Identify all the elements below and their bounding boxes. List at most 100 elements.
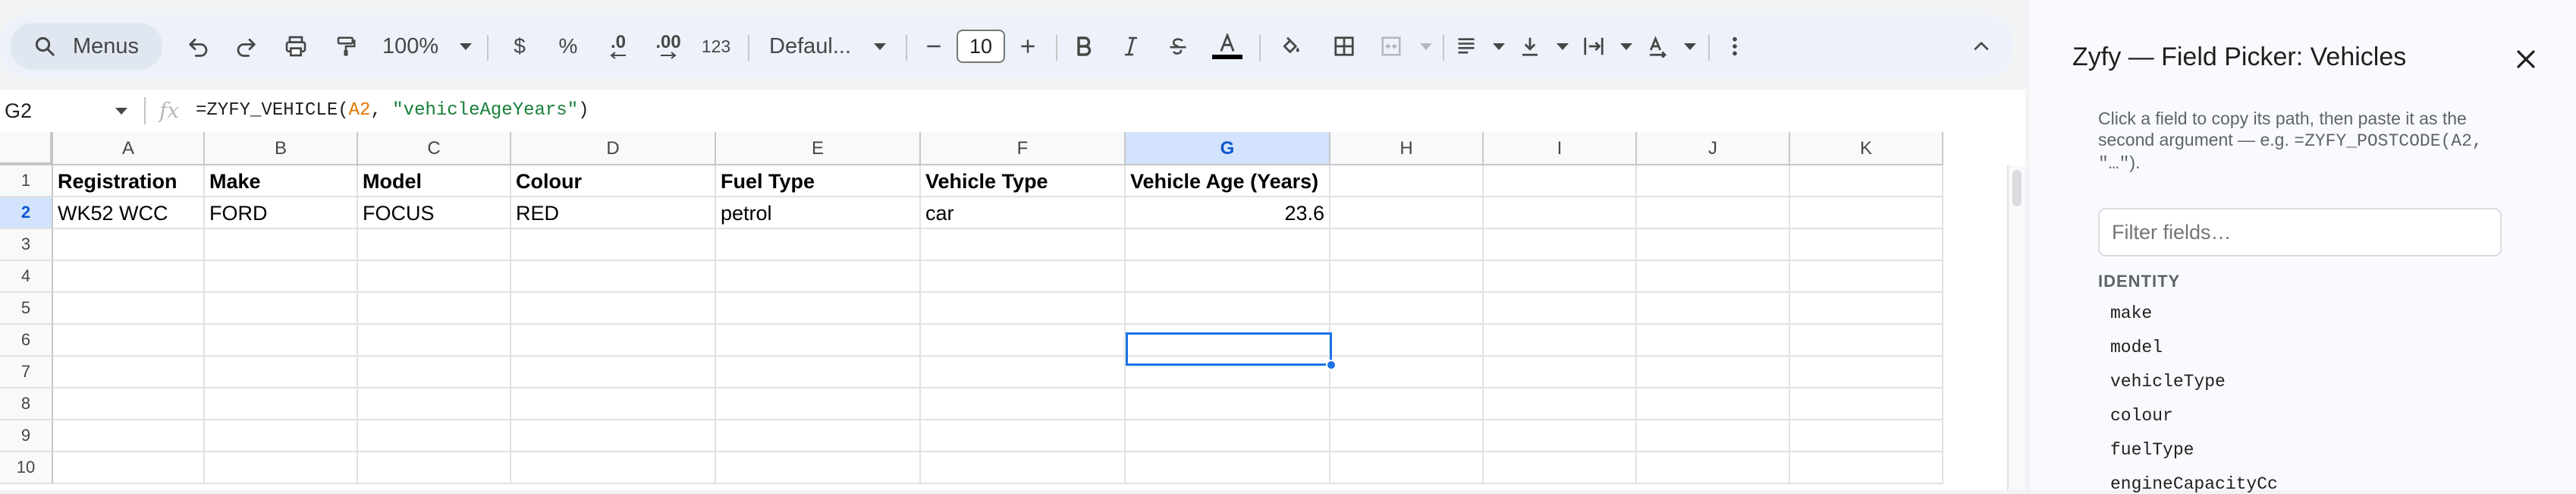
- cell-E5[interactable]: [716, 293, 921, 325]
- cell-K9[interactable]: [1790, 420, 1943, 452]
- row-header[interactable]: 3: [0, 229, 53, 261]
- cell-C10[interactable]: [358, 452, 511, 484]
- cell-G4[interactable]: [1126, 261, 1330, 293]
- cell-B8[interactable]: [205, 389, 358, 420]
- number-format-button[interactable]: 123: [696, 15, 736, 77]
- select-all-corner[interactable]: [0, 132, 53, 165]
- column-header[interactable]: I: [1484, 132, 1637, 165]
- decrease-decimal-button[interactable]: .0: [598, 15, 639, 77]
- cell-H9[interactable]: [1330, 420, 1484, 452]
- filter-fields-input[interactable]: [2098, 208, 2502, 256]
- cell-I4[interactable]: [1484, 261, 1637, 293]
- cell-H7[interactable]: [1330, 357, 1484, 389]
- cell-D6[interactable]: [511, 325, 716, 357]
- cell-B5[interactable]: [205, 293, 358, 325]
- cell-G1[interactable]: Vehicle Age (Years): [1126, 165, 1330, 197]
- cell-I9[interactable]: [1484, 420, 1637, 452]
- decrease-font-size-button[interactable]: [918, 15, 950, 77]
- cell-K1[interactable]: [1790, 165, 1943, 197]
- cell-C8[interactable]: [358, 389, 511, 420]
- vertical-align-button[interactable]: [1519, 15, 1569, 77]
- cell-D9[interactable]: [511, 420, 716, 452]
- collapse-toolbar-button[interactable]: [1962, 15, 2001, 77]
- cell-K8[interactable]: [1790, 389, 1943, 420]
- cell-C7[interactable]: [358, 357, 511, 389]
- cell-I5[interactable]: [1484, 293, 1637, 325]
- strikethrough-button[interactable]: [1161, 15, 1195, 77]
- cell-E10[interactable]: [716, 452, 921, 484]
- cell-H4[interactable]: [1330, 261, 1484, 293]
- vertical-scrollbar[interactable]: [2007, 165, 2025, 490]
- column-header[interactable]: B: [205, 132, 358, 165]
- cell-A2[interactable]: WK52 WCC: [53, 197, 205, 229]
- field-item-colour[interactable]: colour: [2110, 406, 2173, 426]
- cell-E4[interactable]: [716, 261, 921, 293]
- cell-A6[interactable]: [53, 325, 205, 357]
- currency-button[interactable]: $: [502, 15, 537, 77]
- cell-G3[interactable]: [1126, 229, 1330, 261]
- cell-C5[interactable]: [358, 293, 511, 325]
- cell-J5[interactable]: [1637, 293, 1790, 325]
- cell-J9[interactable]: [1637, 420, 1790, 452]
- column-header[interactable]: C: [358, 132, 511, 165]
- undo-button[interactable]: [179, 15, 218, 77]
- name-box[interactable]: G2: [0, 90, 144, 132]
- column-header[interactable]: K: [1790, 132, 1943, 165]
- row-header[interactable]: 9: [0, 420, 53, 452]
- zoom-select[interactable]: 100%: [378, 15, 476, 77]
- font-size-input[interactable]: 10: [956, 15, 1006, 77]
- merge-cells-button[interactable]: [1379, 15, 1432, 77]
- cell-F7[interactable]: [921, 357, 1126, 389]
- cell-B7[interactable]: [205, 357, 358, 389]
- fill-handle[interactable]: [1326, 360, 1337, 370]
- cell-K2[interactable]: [1790, 197, 1943, 229]
- scrollbar-thumb[interactable]: [2012, 170, 2022, 206]
- cell-C6[interactable]: [358, 325, 511, 357]
- close-button[interactable]: [2506, 39, 2546, 79]
- percent-button[interactable]: %: [551, 15, 586, 77]
- cell-A8[interactable]: [53, 389, 205, 420]
- redo-button[interactable]: [226, 15, 265, 77]
- text-color-button[interactable]: [1208, 15, 1247, 77]
- text-wrap-button[interactable]: [1582, 15, 1632, 77]
- row-header[interactable]: 2: [0, 197, 53, 229]
- cell-K5[interactable]: [1790, 293, 1943, 325]
- cell-H6[interactable]: [1330, 325, 1484, 357]
- row-header[interactable]: 8: [0, 389, 53, 420]
- cell-J6[interactable]: [1637, 325, 1790, 357]
- row-header[interactable]: 1: [0, 165, 53, 197]
- menus-search[interactable]: Menus: [11, 23, 162, 70]
- cell-B3[interactable]: [205, 229, 358, 261]
- cell-J4[interactable]: [1637, 261, 1790, 293]
- more-options-button[interactable]: [1717, 15, 1752, 77]
- cell-G10[interactable]: [1126, 452, 1330, 484]
- cell-I3[interactable]: [1484, 229, 1637, 261]
- cell-E8[interactable]: [716, 389, 921, 420]
- field-item-fuel-type[interactable]: fuelType: [2110, 440, 2194, 460]
- cell-G6[interactable]: [1126, 325, 1330, 357]
- horizontal-align-button[interactable]: [1455, 15, 1505, 77]
- cell-E3[interactable]: [716, 229, 921, 261]
- cell-E1[interactable]: Fuel Type: [716, 165, 921, 197]
- print-button[interactable]: [276, 15, 316, 77]
- cell-H2[interactable]: [1330, 197, 1484, 229]
- cell-I6[interactable]: [1484, 325, 1637, 357]
- cell-K6[interactable]: [1790, 325, 1943, 357]
- cell-J3[interactable]: [1637, 229, 1790, 261]
- cell-I7[interactable]: [1484, 357, 1637, 389]
- cell-A1[interactable]: Registration: [53, 165, 205, 197]
- cell-F6[interactable]: [921, 325, 1126, 357]
- cell-H10[interactable]: [1330, 452, 1484, 484]
- column-header[interactable]: H: [1330, 132, 1484, 165]
- cell-I2[interactable]: [1484, 197, 1637, 229]
- column-header[interactable]: J: [1637, 132, 1790, 165]
- paint-format-button[interactable]: [326, 15, 366, 77]
- cell-E7[interactable]: [716, 357, 921, 389]
- cell-I1[interactable]: [1484, 165, 1637, 197]
- cell-C1[interactable]: Model: [358, 165, 511, 197]
- cell-K3[interactable]: [1790, 229, 1943, 261]
- font-select[interactable]: Defaul...: [762, 15, 894, 77]
- cell-I10[interactable]: [1484, 452, 1637, 484]
- cell-A9[interactable]: [53, 420, 205, 452]
- cell-F10[interactable]: [921, 452, 1126, 484]
